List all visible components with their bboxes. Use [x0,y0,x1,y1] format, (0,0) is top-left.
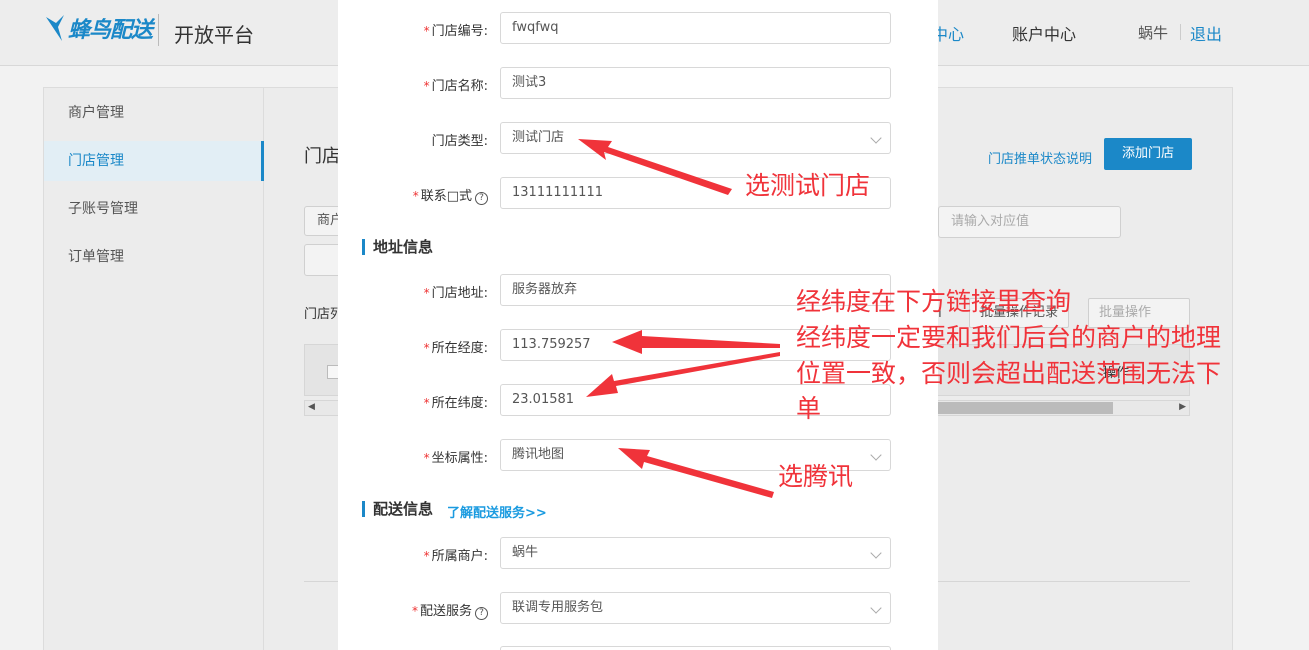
required-mark: * [423,341,430,355]
delivery-service-select[interactable]: 联调专用服务包 [500,592,891,624]
scroll-left-arrow-icon[interactable]: ◀ [308,402,315,412]
scroll-right-arrow-icon[interactable]: ▶ [1179,402,1186,412]
annotation-select-tencent: 选腾讯 [778,462,854,491]
annotation-latlng-line2: 经纬度一定要和我们后台的商户的地理 [796,323,1222,352]
required-mark: * [423,79,430,93]
chevron-down-icon [870,449,882,461]
help-icon[interactable]: ? [475,192,488,205]
store-name-input[interactable]: 测试3 [500,67,891,99]
annotation-latlng-line4: 单 [796,394,822,423]
store-type-value: 测试门店 [512,130,565,145]
contact-label: * 联系□式? [338,185,488,205]
store-no-label: * 门店编号: [423,24,488,39]
next-field-partial[interactable] [500,646,891,650]
chevron-down-icon [870,602,882,614]
nav-account-center[interactable]: 账户中心 [1012,21,1076,45]
longitude-label: * 所在经度: [423,341,488,356]
store-type-label: 门店类型: [431,134,488,149]
sidebar-item-subaccount[interactable]: 子账号管理 [44,189,264,229]
required-mark: * [412,189,419,203]
logo[interactable]: 蜂鸟配送 [44,10,153,46]
chevron-down-icon [870,547,882,559]
coord-type-value: 腾讯地图 [512,447,565,462]
sidebar-item-store[interactable]: 门店管理 [44,141,264,181]
latitude-label: * 所在纬度: [423,396,488,411]
merchant-label: * 所属商户: [423,549,488,564]
logout-link[interactable]: 退出 [1190,21,1222,45]
merchant-value: 蜗牛 [512,545,539,560]
required-mark: * [411,604,418,618]
required-mark: * [423,451,430,465]
store-type-select[interactable]: 测试门店 [500,122,891,154]
annotation-latlng-line3: 位置一致，否则会超出配送范围无法下 [796,359,1222,388]
required-mark: * [423,396,430,410]
coord-type-label: * 坐标属性: [423,451,488,466]
address-label: * 门店地址: [423,286,488,301]
add-store-button[interactable]: 添加门店 [1104,138,1192,170]
platform-title: 开放平台 [174,23,254,47]
annotation-latlng-line1: 经纬度在下方链接里查询 [796,287,1072,316]
push-status-link[interactable]: 门店推单状态说明 [988,148,1092,167]
sidebar-item-order[interactable]: 订单管理 [44,237,264,277]
required-mark: * [423,286,430,300]
hummingbird-logo-icon [46,15,64,41]
sidebar: 商户管理 门店管理 子账号管理 订单管理 [44,88,264,650]
page-title: 门店 [304,146,340,167]
sidebar-item-merchant[interactable]: 商户管理 [44,93,264,133]
chevron-down-icon [870,132,882,144]
delivery-section-title: 配送信息 [362,501,433,517]
required-mark: * [423,549,430,563]
logo-divider [158,14,159,46]
filter-value-input[interactable]: 请输入对应值 [938,206,1121,238]
user-name: 蜗牛 [1138,24,1169,42]
merchant-select[interactable]: 蜗牛 [500,537,891,569]
annotation-select-test-store: 选测试门店 [745,171,871,200]
delivery-service-label: * 配送服务? [338,600,488,620]
help-icon[interactable]: ? [475,607,488,620]
nav-divider [1180,24,1181,40]
required-mark: * [423,24,430,38]
address-section-title: 地址信息 [362,239,433,255]
logo-text: 蜂鸟配送 [68,18,153,43]
learn-delivery-service-link[interactable]: 了解配送服务>> [447,502,547,521]
delivery-service-value: 联调专用服务包 [512,600,604,615]
store-name-label: * 门店名称: [423,79,488,94]
store-no-input[interactable]: fwqfwq [500,12,891,44]
